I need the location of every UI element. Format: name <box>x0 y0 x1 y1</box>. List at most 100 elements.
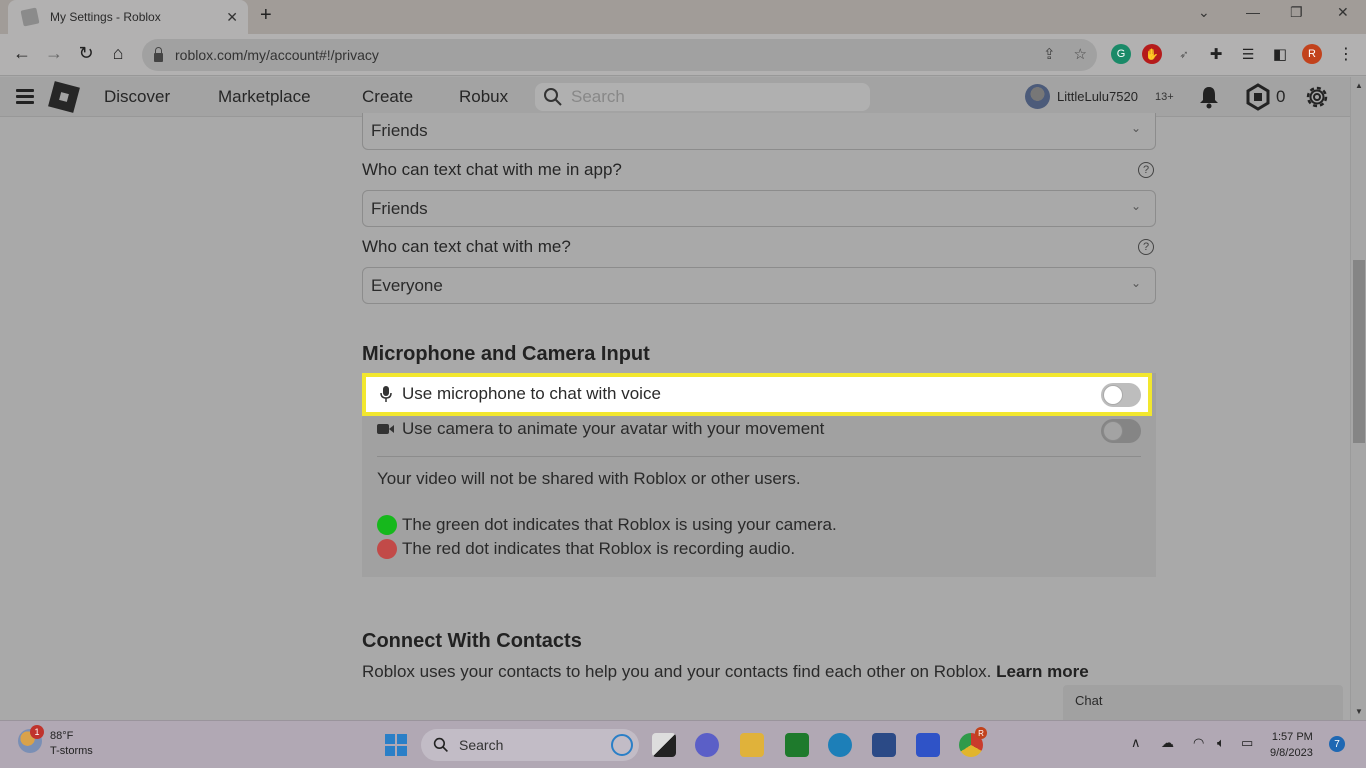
mcafee-app-icon[interactable] <box>916 733 940 757</box>
bing-icon[interactable] <box>611 734 633 756</box>
bookmark-star-icon[interactable]: ☆ <box>1074 45 1087 63</box>
new-tab-button[interactable]: + <box>260 4 272 27</box>
scrollbar-thumb[interactable] <box>1353 260 1365 443</box>
chevron-down-icon: ⌄ <box>1130 276 1141 290</box>
taskbar-search-label: Search <box>459 737 504 753</box>
weather-desc: T-storms <box>50 745 93 757</box>
help-icon[interactable]: ? <box>1138 162 1154 178</box>
url-text: roblox.com/my/account#!/privacy <box>175 47 379 63</box>
browser-menu-icon[interactable]: ⋮ <box>1336 44 1356 64</box>
search-input[interactable] <box>571 87 851 107</box>
red-dot-legend: The red dot indicates that Roblox is rec… <box>377 539 795 559</box>
file-explorer-icon[interactable] <box>740 733 764 757</box>
notification-count-badge[interactable]: 7 <box>1329 736 1345 752</box>
onedrive-cloud-icon[interactable]: ☁ <box>1161 735 1174 751</box>
nav-discover[interactable]: Discover <box>104 87 170 107</box>
extensions-puzzle-icon[interactable]: ✚ <box>1206 44 1226 64</box>
scroll-up-arrow-icon[interactable]: ▲ <box>1355 81 1363 90</box>
browser-tabstrip: My Settings - Roblox ✕ + ⌄ — ❐ ✕ <box>0 0 1366 34</box>
weather-storm-icon: 1 <box>18 725 44 753</box>
volume-icon[interactable]: 🔈︎ <box>1217 735 1225 751</box>
nav-create[interactable]: Create <box>362 87 413 107</box>
field-label-text: Who can text chat with me in app? <box>362 160 622 179</box>
text-chat-in-app-select[interactable]: Friends ⌄ <box>362 190 1156 227</box>
hamburger-menu-icon[interactable] <box>16 89 34 104</box>
nav-marketplace[interactable]: Marketplace <box>218 87 311 107</box>
field-label-text-chat: Who can text chat with me? ? <box>362 227 1156 267</box>
browser-toolbar: ← → ↻ ⌂ roblox.com/my/account#!/privacy … <box>0 34 1366 76</box>
microphone-toggle[interactable] <box>1101 383 1141 407</box>
close-tab-icon[interactable]: ✕ <box>226 9 238 26</box>
select-value: Everyone <box>371 275 443 295</box>
contacts-description: Roblox uses your contacts to help you an… <box>362 662 992 681</box>
contacts-section-title: Connect With Contacts <box>362 630 582 652</box>
camera-option-label: Use camera to animate your avatar with y… <box>402 419 825 438</box>
search-box[interactable] <box>535 83 870 111</box>
roblox-header: Discover Marketplace Create Robux Little… <box>0 77 1350 117</box>
search-icon <box>433 737 448 752</box>
robux-count: 0 <box>1276 87 1286 106</box>
privacy-select-top[interactable]: Friends ⌄ <box>362 113 1156 150</box>
green-dot-text: The green dot indicates that Roblox is u… <box>402 515 837 534</box>
microsoft-store-icon[interactable] <box>872 733 896 757</box>
search-icon <box>544 88 562 106</box>
show-hidden-icons-chevron[interactable]: ∧ <box>1131 735 1141 751</box>
green-dot-legend: The green dot indicates that Roblox is u… <box>377 515 837 535</box>
minimize-button[interactable]: — <box>1246 4 1260 20</box>
share-icon[interactable]: ⇪ <box>1043 45 1056 63</box>
chat-panel[interactable]: Chat <box>1063 685 1343 720</box>
username[interactable]: LittleLulu7520 <box>1057 89 1138 104</box>
chrome-icon[interactable]: R <box>959 727 987 757</box>
roblox-logo[interactable] <box>48 81 80 113</box>
browser-tab[interactable]: My Settings - Roblox ✕ <box>8 0 248 34</box>
camera-toggle[interactable] <box>1101 419 1141 443</box>
microphone-icon <box>380 386 392 402</box>
extension-leaf-icon[interactable]: ➶ <box>1174 44 1194 64</box>
scroll-down-arrow-icon[interactable]: ▼ <box>1355 707 1363 716</box>
task-view-icon[interactable] <box>652 733 676 757</box>
page-scrollbar[interactable]: ▲ ▼ <box>1350 77 1366 720</box>
home-button[interactable]: ⌂ <box>106 43 130 64</box>
windows-start-icon[interactable] <box>384 733 408 757</box>
tab-title: My Settings - Roblox <box>50 10 161 24</box>
microphone-option: Use microphone to chat with voice <box>379 384 661 404</box>
windows-taskbar: 1 88°F T-storms Search R ∧ ☁ ◠ 🔈︎ ▭ 1:57… <box>0 720 1366 768</box>
back-button[interactable]: ← <box>10 43 34 64</box>
address-bar[interactable]: roblox.com/my/account#!/privacy ⇪ ☆ <box>142 39 1097 71</box>
chat-panel-label: Chat <box>1075 693 1103 708</box>
select-value: Friends <box>371 198 428 218</box>
restore-button[interactable]: ❐ <box>1290 4 1303 21</box>
media-control-icon[interactable]: ☰ <box>1238 44 1258 64</box>
learn-more-link[interactable]: Learn more <box>996 662 1089 681</box>
avatar[interactable] <box>1025 84 1050 109</box>
weather-widget[interactable]: 1 88°F T-storms <box>18 725 93 759</box>
reload-button[interactable]: ↻ <box>74 43 98 64</box>
forward-button[interactable]: → <box>42 43 66 64</box>
robux-icon[interactable] <box>1245 83 1271 111</box>
side-panel-icon[interactable]: ◧ <box>1270 44 1290 64</box>
chevron-down-icon: ⌄ <box>1130 199 1141 213</box>
taskbar-search[interactable]: Search <box>421 729 639 761</box>
profile-avatar[interactable]: R <box>1302 44 1322 64</box>
clock-date: 9/8/2023 <box>1270 747 1313 759</box>
nav-robux[interactable]: Robux <box>459 87 508 107</box>
toggle-knob <box>1103 421 1123 441</box>
toggle-knob <box>1103 385 1123 405</box>
battery-icon[interactable]: ▭ <box>1241 735 1253 751</box>
help-icon[interactable]: ? <box>1138 239 1154 255</box>
lock-icon <box>154 46 163 62</box>
taskbar-clock[interactable]: 1:57 PM 9/8/2023 <box>1270 729 1313 761</box>
tab-search-icon[interactable]: ⌄ <box>1198 4 1210 21</box>
settings-gear-icon[interactable] <box>1303 83 1331 111</box>
xbox-icon[interactable] <box>785 733 809 757</box>
adblock-extension-icon[interactable]: ✋ <box>1142 44 1162 64</box>
notifications-bell-icon[interactable] <box>1198 85 1220 109</box>
red-dot-text: The red dot indicates that Roblox is rec… <box>402 539 796 558</box>
teams-chat-icon[interactable] <box>695 733 719 757</box>
wifi-icon[interactable]: ◠ <box>1193 735 1204 751</box>
chrome-profile-badge: R <box>975 727 987 739</box>
close-window-button[interactable]: ✕ <box>1337 4 1349 21</box>
text-chat-select[interactable]: Everyone ⌄ <box>362 267 1156 304</box>
edge-browser-icon[interactable] <box>828 733 852 757</box>
grammarly-extension-icon[interactable]: G <box>1111 44 1131 64</box>
